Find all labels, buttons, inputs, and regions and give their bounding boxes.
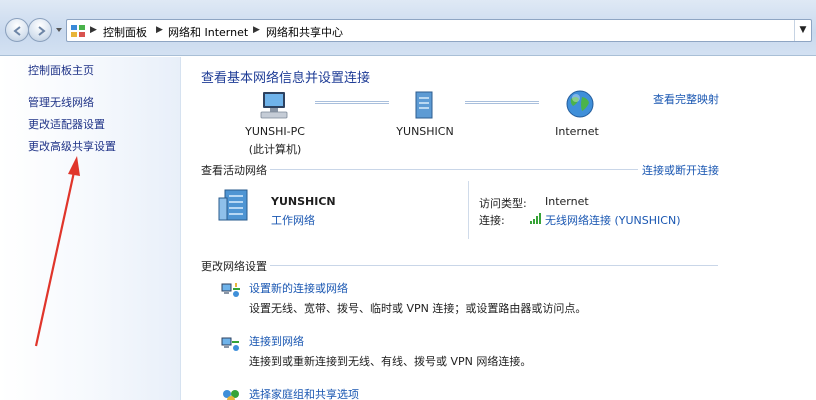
setup-connection-icon: [221, 283, 240, 297]
map-connection-line: [465, 101, 539, 104]
access-type-value: Internet: [545, 195, 589, 208]
connect-network-icon: [221, 337, 239, 351]
active-networks-heading: 查看活动网络: [201, 164, 267, 177]
network-name-label: YUNSHICN: [396, 125, 454, 138]
internet-label: Internet: [555, 125, 599, 138]
homegroup-icon: [223, 390, 239, 400]
page-title: 查看基本网络信息并设置连接: [201, 71, 371, 86]
section-divider: [270, 169, 638, 170]
network-type-link[interactable]: 工作网络: [271, 212, 315, 228]
setup-connection-description: 设置无线、宽带、拨号、临时或 VPN 连接；或设置路由器或访问点。: [249, 302, 587, 315]
wireless-signal-icon: [530, 213, 541, 224]
network-icon: [415, 91, 433, 119]
active-network-name: YUNSHICN: [271, 195, 336, 208]
vertical-divider: [468, 181, 469, 239]
connect-disconnect-link[interactable]: 连接或断开连接: [642, 162, 719, 178]
map-connection-line: [315, 101, 389, 104]
this-computer-label: (此计算机): [248, 143, 302, 156]
homegroup-sharing-link[interactable]: 选择家庭组和共享选项: [249, 386, 359, 400]
work-network-icon[interactable]: [217, 188, 255, 224]
wireless-connection-link[interactable]: 无线网络连接 (YUNSHICN): [545, 212, 681, 228]
section-divider: [270, 265, 718, 266]
connect-to-network-description: 连接到或重新连接到无线、有线、拨号或 VPN 网络连接。: [249, 355, 532, 368]
connection-label: 连接:: [479, 214, 505, 227]
change-settings-heading: 更改网络设置: [201, 260, 267, 273]
computer-name-label: YUNSHI-PC: [245, 125, 305, 138]
computer-icon: [260, 92, 288, 119]
access-type-label: 访问类型:: [479, 197, 527, 210]
main-content: 查看基本网络信息并设置连接 查看完整映射 YUNSHI-PC (此计算机) YU…: [182, 57, 816, 400]
setup-connection-link[interactable]: 设置新的连接或网络: [249, 280, 348, 296]
connect-to-network-link[interactable]: 连接到网络: [249, 333, 304, 349]
internet-globe-icon: [566, 90, 594, 118]
see-full-map-link[interactable]: 查看完整映射: [653, 91, 719, 107]
